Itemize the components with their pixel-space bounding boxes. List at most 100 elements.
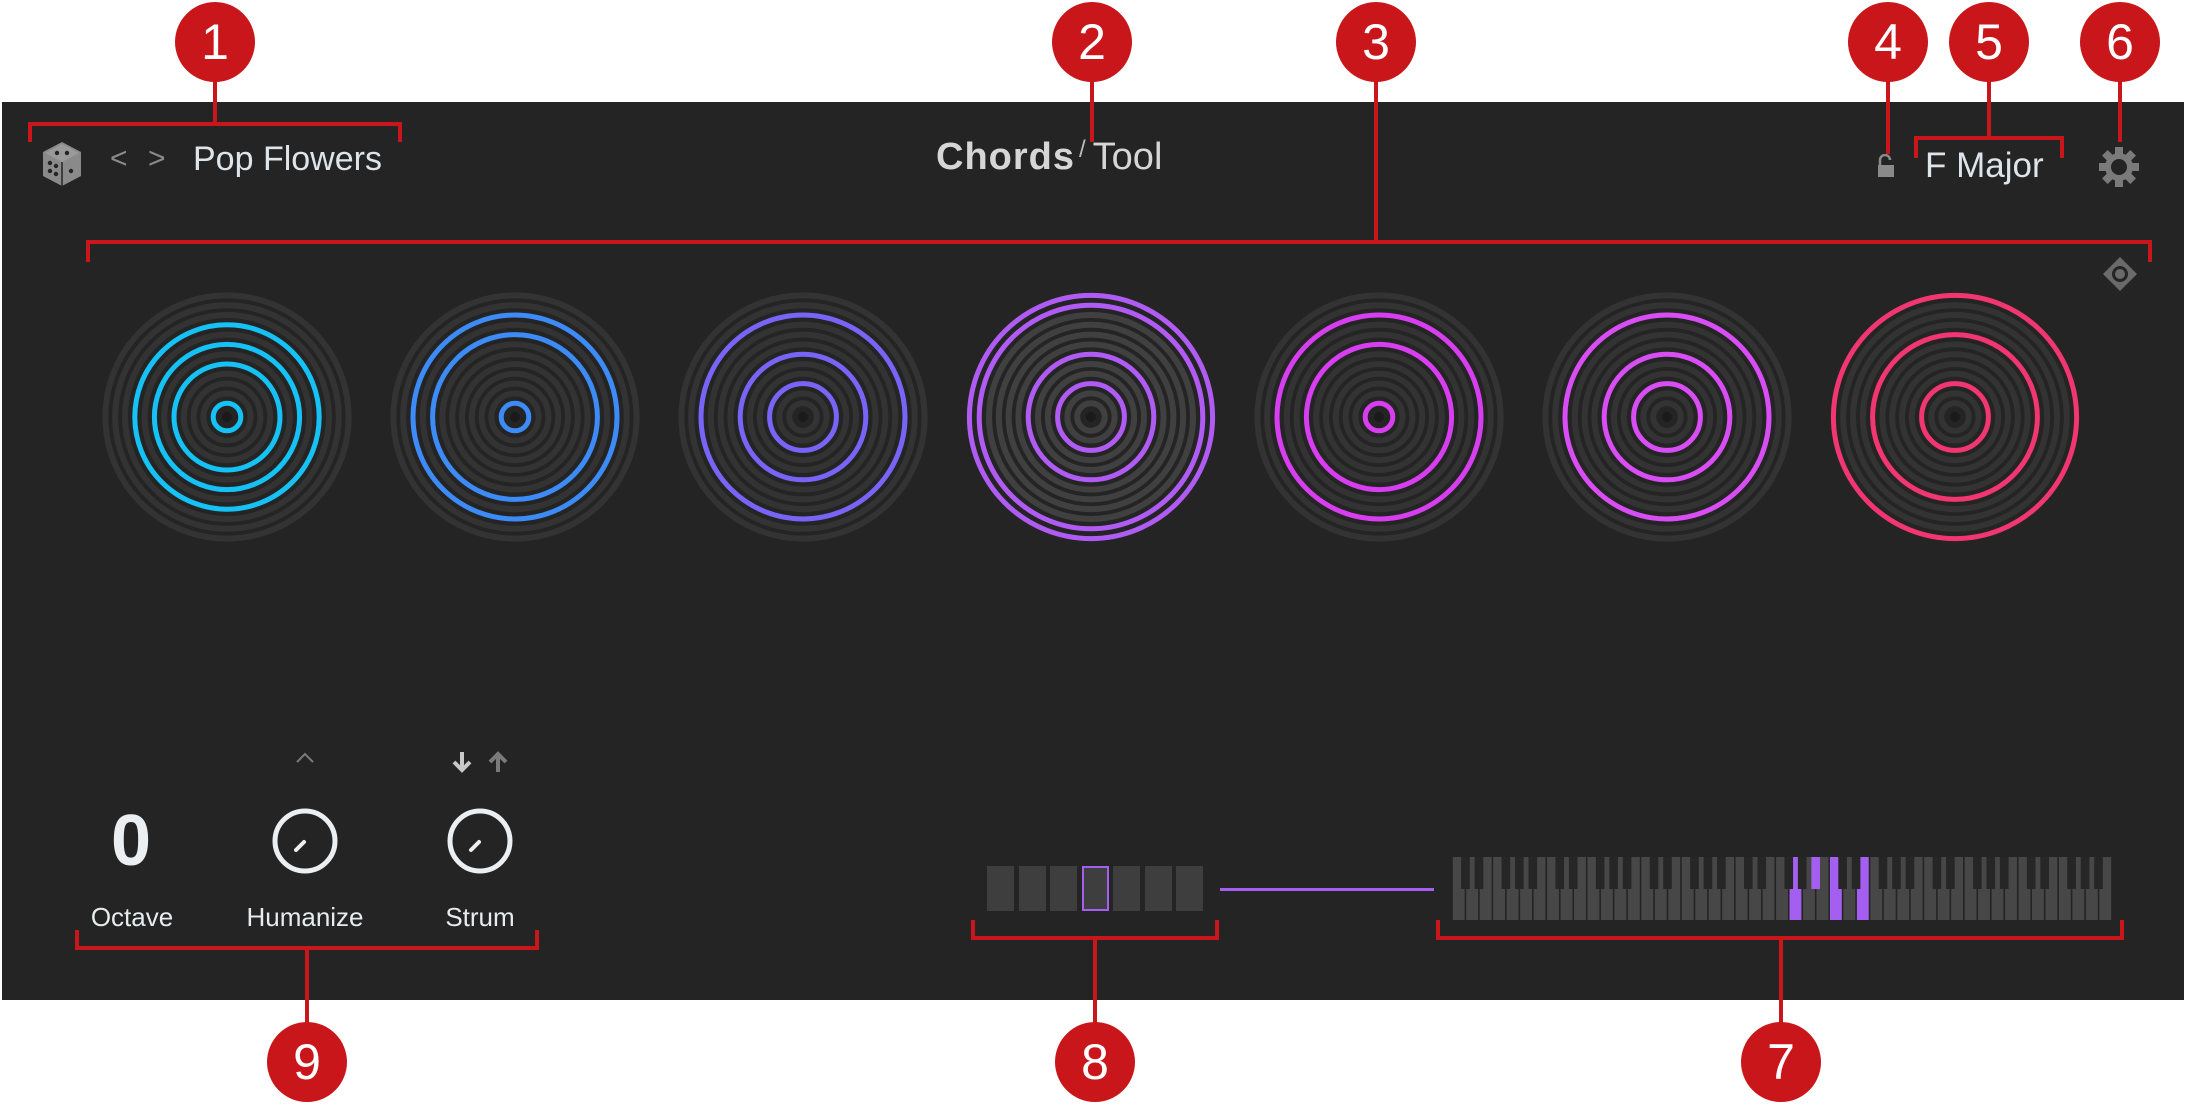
black-key[interactable] <box>1972 857 1982 889</box>
strum-up-button[interactable] <box>486 750 510 774</box>
strum-knob[interactable] <box>445 806 515 876</box>
octave-label: Octave <box>90 902 174 932</box>
black-key[interactable] <box>1690 857 1699 889</box>
black-key[interactable] <box>1649 857 1659 889</box>
black-key[interactable] <box>1568 857 1578 889</box>
callout-2-line <box>1090 80 1094 142</box>
preset-name[interactable]: Pop Flowers <box>193 140 382 179</box>
humanize-expand-button[interactable] <box>294 750 316 764</box>
bracket-tick <box>1436 920 1440 940</box>
black-key[interactable] <box>1851 857 1861 889</box>
pad-rings <box>678 292 928 542</box>
next-preset-button[interactable]: > <box>148 142 166 176</box>
callout-1-line <box>213 80 217 125</box>
callout-5-bracket <box>1914 136 2064 140</box>
chord-pad[interactable] <box>1254 292 1504 542</box>
bracket-tick <box>2148 240 2152 262</box>
callout-3-bracket <box>86 240 2152 244</box>
black-key[interactable] <box>1663 857 1672 889</box>
pad-rings <box>1254 292 1504 542</box>
key-lock-toggle[interactable] <box>1877 153 1895 178</box>
piano-keyboard[interactable] <box>1452 857 2112 920</box>
pad-center <box>1086 412 1096 422</box>
settings-button[interactable] <box>2098 146 2140 188</box>
black-key[interactable] <box>1515 857 1524 889</box>
chord-slot[interactable] <box>1113 866 1140 911</box>
randomize-button[interactable] <box>40 140 84 188</box>
strum-label: Strum <box>445 902 515 932</box>
pad-rings <box>1542 292 1792 542</box>
arrow-up-icon <box>488 751 508 772</box>
humanize-knob[interactable] <box>270 806 340 876</box>
black-key[interactable] <box>1905 857 1915 889</box>
black-key[interactable] <box>1474 857 1484 889</box>
black-key[interactable] <box>2080 857 2090 889</box>
bracket-tick <box>1914 136 1918 158</box>
bracket-tick <box>1215 920 1219 940</box>
chord-slot[interactable] <box>1144 866 1172 911</box>
bracket-tick <box>86 240 90 262</box>
black-key[interactable] <box>2067 857 2076 889</box>
callout-6: 6 <box>2080 2 2160 82</box>
black-key[interactable] <box>1999 857 2009 889</box>
dice-icon <box>43 142 81 186</box>
chord-slot[interactable] <box>1176 866 1203 911</box>
prev-preset-button[interactable]: < <box>110 142 128 176</box>
bracket-tick <box>28 122 32 142</box>
key-scale-selector[interactable]: F Major <box>1925 146 2044 186</box>
chord-slot[interactable] <box>987 866 1014 911</box>
callout-3: 3 <box>1336 2 1416 82</box>
black-key[interactable] <box>2094 857 2103 889</box>
bracket-tick <box>398 122 402 142</box>
black-key[interactable] <box>1609 857 1618 889</box>
black-key[interactable] <box>1878 857 1888 889</box>
black-key[interactable] <box>1838 857 1847 889</box>
pad-center <box>1950 412 1960 422</box>
black-key[interactable] <box>1703 857 1713 889</box>
callout-4-line <box>1886 80 1890 154</box>
callout-1-bracket <box>28 122 402 126</box>
black-key[interactable] <box>1744 857 1753 889</box>
black-key[interactable] <box>1622 857 1632 889</box>
callout-1: 1 <box>175 2 255 82</box>
black-key[interactable] <box>1757 857 1767 889</box>
black-key-active[interactable] <box>1811 857 1820 889</box>
unlock-icon <box>1878 153 1894 177</box>
black-key[interactable] <box>2026 857 2036 889</box>
chord-pad[interactable] <box>966 292 1216 542</box>
callout-7: 7 <box>1741 1022 1821 1102</box>
black-key[interactable] <box>1784 857 1794 889</box>
callout-9: 9 <box>267 1022 347 1102</box>
logo-chords: Chords <box>936 136 1075 178</box>
pad-center <box>798 412 808 422</box>
black-key[interactable] <box>1892 857 1901 889</box>
black-key[interactable] <box>1932 857 1942 889</box>
octave-value[interactable]: 0 <box>91 800 171 882</box>
black-key[interactable] <box>1946 857 1955 889</box>
black-key[interactable] <box>1595 857 1605 889</box>
black-key[interactable] <box>1461 857 1470 889</box>
chord-slot[interactable] <box>1081 866 1109 911</box>
black-key[interactable] <box>1501 857 1511 889</box>
black-key[interactable] <box>1986 857 1996 889</box>
black-key[interactable] <box>1797 857 1807 889</box>
pad-center <box>1662 412 1672 422</box>
strum-down-button[interactable] <box>450 750 474 774</box>
drag-handle[interactable] <box>2102 256 2138 292</box>
chord-pad[interactable] <box>1542 292 1792 542</box>
chord-slot[interactable] <box>1018 866 1046 911</box>
chord-pad[interactable] <box>390 292 640 542</box>
callout-8: 8 <box>1055 1022 1135 1102</box>
chord-pad[interactable] <box>102 292 352 542</box>
black-key[interactable] <box>1555 857 1565 889</box>
chord-slot[interactable] <box>1050 866 1077 911</box>
callout-5-line <box>1987 80 1991 138</box>
black-key[interactable] <box>2040 857 2049 889</box>
pad-rings <box>102 292 352 542</box>
black-key[interactable] <box>1717 857 1726 889</box>
chord-pad[interactable] <box>678 292 928 542</box>
pad-center <box>510 412 520 422</box>
black-key[interactable] <box>1528 857 1538 889</box>
chord-pad[interactable] <box>1830 292 2080 542</box>
callout-4: 4 <box>1848 2 1928 82</box>
